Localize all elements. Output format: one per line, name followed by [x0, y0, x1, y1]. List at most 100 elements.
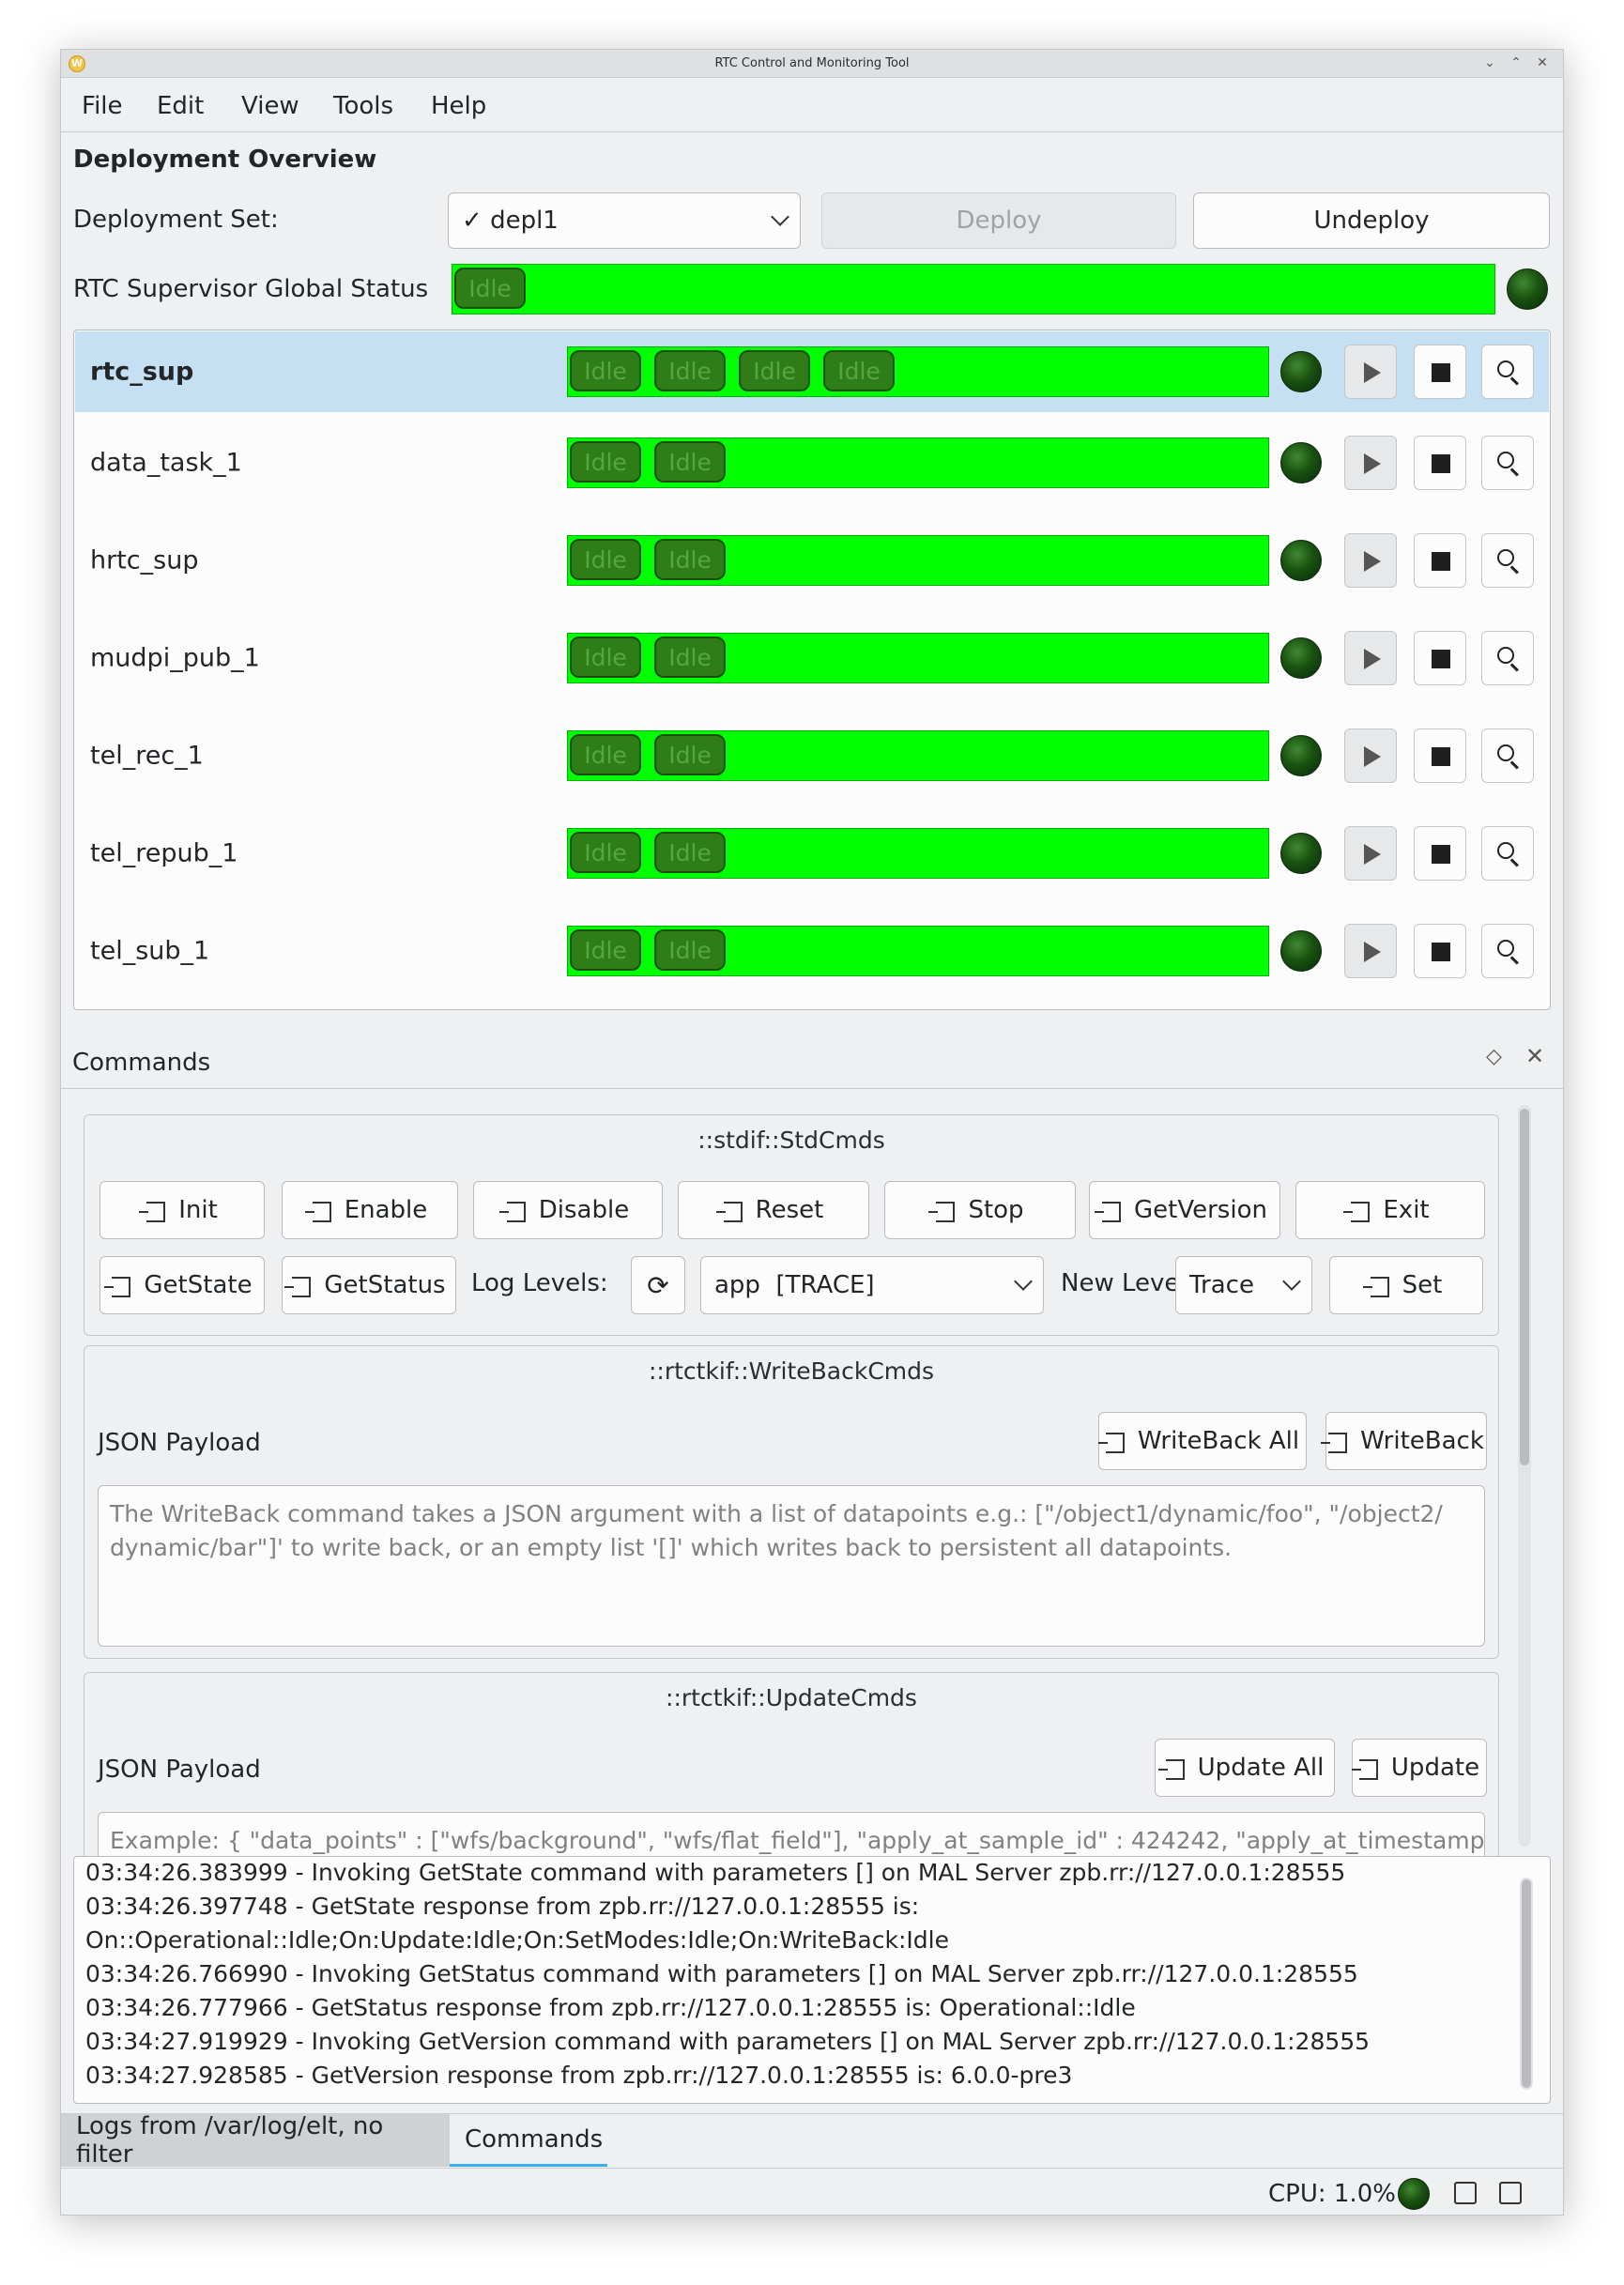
getstate-button[interactable]: GetState: [100, 1256, 265, 1314]
stop-button[interactable]: [1414, 826, 1466, 881]
search-icon: [1497, 744, 1514, 761]
service-led: [1280, 540, 1322, 581]
state-pill: Idle: [570, 350, 641, 391]
stop-button[interactable]: [1414, 533, 1466, 588]
stop-command-button[interactable]: Stop: [884, 1181, 1076, 1239]
inspect-button[interactable]: [1481, 728, 1534, 783]
writeback-all-button[interactable]: WriteBack All: [1097, 1412, 1307, 1470]
start-button[interactable]: [1344, 728, 1397, 783]
network-icon[interactable]: [1454, 2182, 1477, 2204]
init-button[interactable]: Init: [100, 1181, 265, 1239]
service-row[interactable]: tel_rec_1 Idle Idle: [75, 715, 1549, 796]
log-scrollbar[interactable]: [1520, 1878, 1533, 2090]
exit-button[interactable]: Exit: [1295, 1181, 1485, 1239]
global-status-pill: Idle: [454, 268, 526, 309]
command-icon: [1321, 1433, 1348, 1453]
deploy-button[interactable]: Deploy: [821, 192, 1176, 249]
stop-button[interactable]: [1414, 631, 1466, 685]
stdcmds-title: ::stdif::StdCmds: [697, 1127, 885, 1154]
service-name: mudpi_pub_1: [90, 643, 260, 673]
set-button[interactable]: Set: [1329, 1256, 1483, 1314]
inspect-button[interactable]: [1481, 826, 1534, 881]
connection-icon[interactable]: [1499, 2182, 1522, 2204]
tab-commands[interactable]: Commands: [450, 2114, 607, 2167]
log-scrollbar-thumb[interactable]: [1522, 1879, 1531, 2088]
state-pill: Idle: [570, 636, 641, 678]
search-icon: [1497, 940, 1514, 957]
command-icon: [928, 1202, 956, 1222]
commands-scrollbar[interactable]: [1518, 1105, 1531, 1847]
log-line: 03:34:27.928585 - GetVersion response fr…: [85, 2062, 1073, 2089]
menu-tools[interactable]: Tools: [333, 92, 393, 120]
reset-button[interactable]: Reset: [678, 1181, 869, 1239]
inspect-button[interactable]: [1481, 436, 1534, 490]
maximize-icon[interactable]: ⌃: [1507, 54, 1525, 72]
menu-file[interactable]: File: [82, 92, 123, 120]
minimize-icon[interactable]: ⌄: [1480, 54, 1499, 72]
commands-scrollbar-thumb[interactable]: [1520, 1109, 1529, 1465]
stop-button[interactable]: [1414, 345, 1466, 399]
state-pill: Idle: [654, 441, 726, 483]
start-button[interactable]: [1344, 631, 1397, 685]
service-row[interactable]: hrtc_sup Idle Idle: [75, 520, 1549, 601]
log-line: On::Operational::Idle;On:Update:Idle;On:…: [85, 1926, 949, 1954]
start-button[interactable]: [1344, 436, 1397, 490]
refresh-icon: ⟳: [647, 1269, 669, 1301]
enable-button[interactable]: Enable: [282, 1181, 458, 1239]
update-all-button[interactable]: Update All: [1155, 1739, 1335, 1797]
inspect-button[interactable]: [1481, 631, 1534, 685]
state-pill: Idle: [654, 929, 726, 971]
window-title: RTC Control and Monitoring Tool: [714, 56, 910, 70]
menu-help[interactable]: Help: [431, 92, 486, 120]
getstatus-button[interactable]: GetStatus: [282, 1256, 456, 1314]
inspect-button[interactable]: [1481, 533, 1534, 588]
stop-button[interactable]: [1414, 728, 1466, 783]
service-row[interactable]: rtc_sup Idle Idle Idle Idle: [75, 331, 1549, 412]
service-led: [1280, 930, 1322, 972]
search-icon: [1497, 549, 1514, 566]
menu-edit[interactable]: Edit: [157, 92, 204, 120]
start-button[interactable]: [1344, 533, 1397, 588]
close-dock-icon[interactable]: ✕: [1525, 1043, 1544, 1069]
service-row[interactable]: data_task_1 Idle Idle: [75, 422, 1549, 503]
writeback-title: ::rtctkif::WriteBackCmds: [648, 1357, 935, 1385]
inspect-button[interactable]: [1481, 345, 1534, 399]
disable-button[interactable]: Disable: [473, 1181, 663, 1239]
new-level-value: Trace: [1189, 1271, 1254, 1299]
close-window-icon[interactable]: ✕: [1533, 54, 1552, 72]
state-pill: Idle: [570, 539, 641, 580]
log-line: 03:34:26.766990 - Invoking GetStatus com…: [85, 1960, 1358, 1987]
service-row[interactable]: tel_sub_1 Idle Idle: [75, 911, 1549, 991]
tab-logs[interactable]: Logs from /var/log/elt, no filter: [61, 2112, 450, 2169]
overview-title: Deployment Overview: [73, 146, 377, 174]
deployment-set-label: Deployment Set:: [73, 206, 279, 234]
check-icon: ✓: [462, 207, 491, 235]
menu-view[interactable]: View: [241, 92, 299, 120]
inspect-button[interactable]: [1481, 924, 1534, 978]
log-level-combo[interactable]: app [TRACE]: [700, 1256, 1044, 1314]
global-status-label: RTC Supervisor Global Status: [73, 275, 429, 303]
log-output[interactable]: 03:34:26.383999 - Invoking GetState comm…: [73, 1856, 1551, 2104]
update-title: ::rtctkif::UpdateCmds: [666, 1684, 917, 1711]
stop-button[interactable]: [1414, 436, 1466, 490]
undeploy-button[interactable]: Undeploy: [1193, 192, 1550, 249]
start-button[interactable]: [1344, 924, 1397, 978]
service-row[interactable]: tel_repub_1 Idle Idle: [75, 813, 1549, 894]
state-pill: Idle: [739, 350, 810, 391]
stop-button[interactable]: [1414, 924, 1466, 978]
update-button[interactable]: Update: [1351, 1739, 1487, 1797]
state-pill: Idle: [654, 734, 726, 775]
new-level-combo[interactable]: Trace: [1175, 1256, 1312, 1314]
search-icon: [1497, 360, 1514, 377]
status-bar: CPU: 1.0%: [61, 2168, 1563, 2215]
writeback-button[interactable]: WriteBack: [1321, 1412, 1487, 1470]
start-button[interactable]: [1344, 345, 1397, 399]
deployment-set-combo[interactable]: ✓ depl1: [448, 192, 801, 249]
float-dock-icon[interactable]: ◇: [1486, 1045, 1502, 1068]
start-button[interactable]: [1344, 826, 1397, 881]
service-row[interactable]: mudpi_pub_1 Idle Idle: [75, 618, 1549, 698]
cpu-usage: CPU: 1.0%: [1268, 2180, 1396, 2208]
getversion-button[interactable]: GetVersion: [1089, 1181, 1280, 1239]
refresh-button[interactable]: ⟳: [631, 1256, 685, 1314]
writeback-payload-input[interactable]: The WriteBack command takes a JSON argum…: [98, 1485, 1485, 1647]
